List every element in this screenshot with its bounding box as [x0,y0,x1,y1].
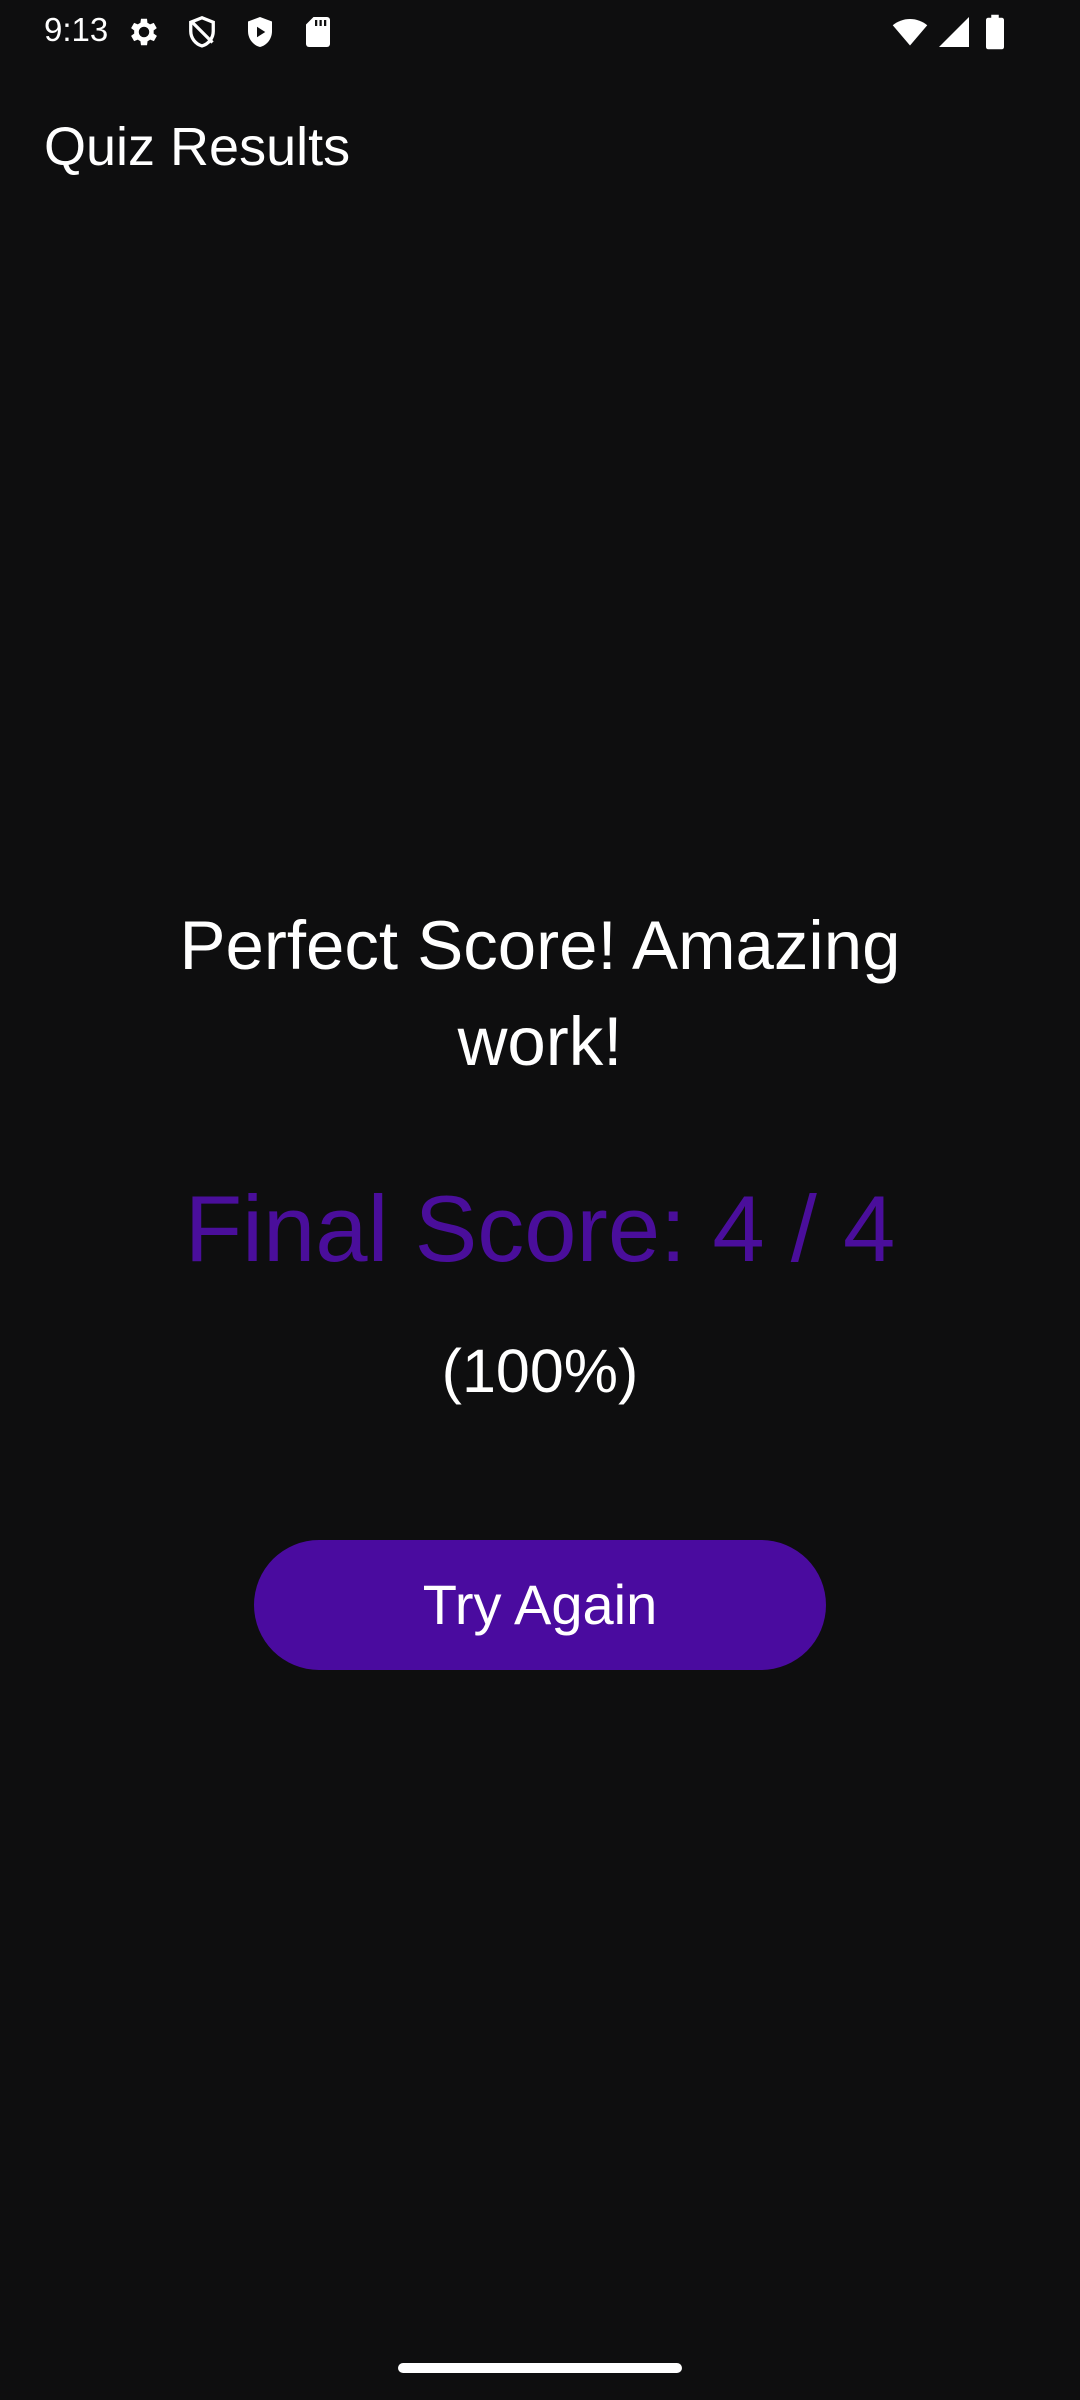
try-again-button[interactable]: Try Again [254,1540,826,1670]
cell-signal-icon [934,14,974,50]
home-indicator[interactable] [398,2363,682,2373]
shield-play-icon [242,14,278,50]
final-score: Final Score: 4 / 4 [184,1176,896,1281]
page-title: Quiz Results [44,117,351,177]
status-time: 9:13 [44,11,109,48]
gear-icon [126,14,162,50]
wifi-icon [890,14,930,50]
result-message: Perfect Score! Amazing work! [179,907,901,1080]
status-bar: 9:13 [0,0,1080,64]
sd-card-icon [300,14,336,50]
score-percent: (100%) [441,1337,639,1405]
shield-outline-icon [184,14,220,50]
battery-icon [982,14,1008,50]
